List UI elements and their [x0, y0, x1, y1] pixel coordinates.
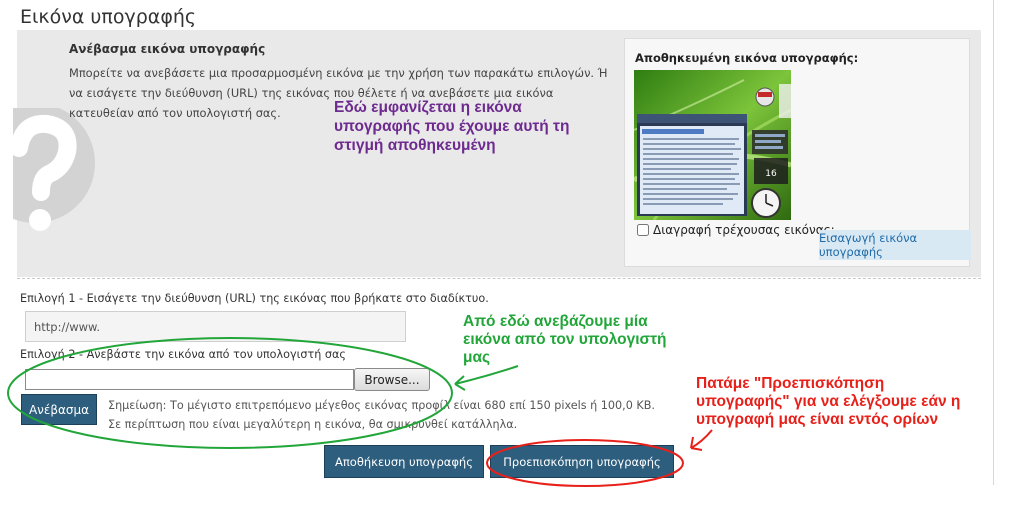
- stored-signature-box: Αποθηκευμένη εικόνα υπογραφής: 16 Διαγρα…: [624, 38, 971, 267]
- upload-heading: Ανέβασμα εικόνα υπογραφής: [69, 42, 266, 56]
- stored-signature-label: Αποθηκευμένη εικόνα υπογραφής:: [635, 51, 859, 65]
- size-note-line2: Σε περίπτωση που είναι μεγαλύτερη η εικό…: [108, 418, 518, 431]
- delete-current-row: Διαγραφή τρέχουσας εικόνας;: [637, 223, 835, 237]
- browse-button[interactable]: Browse...: [354, 368, 430, 391]
- annotation-preview: Πατάμε "Προεπισκόπηση υπογραφής" για να …: [696, 375, 961, 428]
- file-path-input[interactable]: [25, 369, 354, 390]
- green-arrow-icon: [454, 365, 519, 391]
- scroll-edge: [993, 0, 994, 485]
- option2-label: Επιλογή 2 - Ανεβάστε την εικόνα από τον …: [20, 348, 346, 361]
- help-question-icon: [13, 108, 95, 231]
- svg-text:16: 16: [765, 169, 777, 179]
- size-note-line1: Σημείωση: Το μέγιστο επιτρεπόμενο μέγεθο…: [108, 399, 655, 412]
- insert-signature-image-button[interactable]: Εισαγωγή εικόνα υπογραφής: [819, 230, 971, 260]
- size-note: Σημείωση: Το μέγιστο επιτρεπόμενο μέγεθο…: [108, 396, 655, 434]
- annotation-stored-image: Εδώ εμφανίζεται η εικόνα υπογραφής που έ…: [334, 99, 570, 154]
- preview-signature-button[interactable]: Προεπισκόπηση υπογραφής: [490, 445, 674, 478]
- annotation-upload: Από εδώ ανεβάζουμε μία εικόνα από τον υπ…: [463, 313, 667, 366]
- save-signature-button[interactable]: Αποθήκευση υπογραφής: [324, 445, 484, 478]
- option1-label: Επιλογή 1 - Εισάγετε την διεύθυνση (URL)…: [20, 292, 489, 305]
- delete-current-label: Διαγραφή τρέχουσας εικόνας;: [653, 223, 835, 237]
- stored-signature-image: 16: [634, 70, 791, 220]
- red-arrow-icon: [690, 429, 713, 451]
- section-divider: [17, 278, 981, 279]
- delete-current-checkbox[interactable]: [637, 224, 649, 236]
- upload-button[interactable]: Ανέβασμα: [21, 394, 97, 425]
- page-title: Εικόνα υπογραφής: [20, 6, 197, 28]
- url-input[interactable]: [25, 311, 406, 342]
